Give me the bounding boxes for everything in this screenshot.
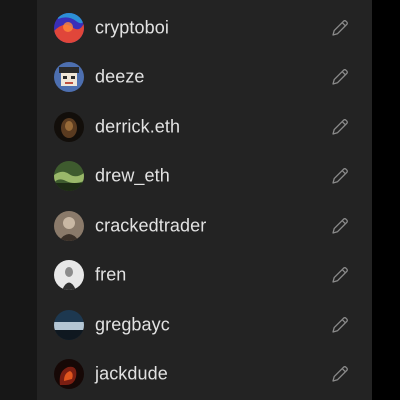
avatar-image [54, 260, 84, 290]
user-list-panel: cryptoboi deeze derrick.eth drew_eth cra… [37, 0, 372, 400]
fren-avatar-icon [54, 260, 84, 290]
avatar-image [54, 112, 84, 142]
avatar-image [54, 211, 84, 241]
user-row-fren[interactable]: fren [37, 252, 372, 298]
drew-eth-avatar-icon [54, 161, 84, 191]
derrick-eth-avatar-icon [54, 112, 84, 142]
avatar-image [54, 161, 84, 191]
user-row-drew-eth[interactable]: drew_eth [37, 153, 372, 199]
username-label: drew_eth [95, 165, 170, 186]
pencil-icon[interactable] [330, 67, 350, 87]
user-row-derrick-eth[interactable]: derrick.eth [37, 104, 372, 150]
user-row-jackdude[interactable]: jackdude [37, 351, 372, 397]
gregbayc-avatar-icon [54, 310, 84, 340]
cryptoboi-avatar-icon [54, 13, 84, 43]
app-frame: cryptoboi deeze derrick.eth drew_eth cra… [0, 0, 400, 400]
pencil-icon[interactable] [330, 315, 350, 335]
pencil-icon[interactable] [330, 166, 350, 186]
username-label: jackdude [95, 363, 168, 384]
avatar-image [54, 62, 84, 92]
pencil-icon[interactable] [330, 216, 350, 236]
user-row-deeze[interactable]: deeze [37, 54, 372, 100]
username-label: crackedtrader [95, 215, 207, 236]
username-label: fren [95, 264, 127, 285]
username-label: cryptoboi [95, 17, 169, 38]
pencil-icon[interactable] [330, 18, 350, 38]
avatar-image [54, 13, 84, 43]
user-row-gregbayc[interactable]: gregbayc [37, 302, 372, 348]
deeze-avatar-icon [54, 62, 84, 92]
user-row-crackedtrader[interactable]: crackedtrader [37, 203, 372, 249]
username-label: deeze [95, 66, 145, 87]
username-label: derrick.eth [95, 116, 181, 137]
pencil-icon[interactable] [330, 117, 350, 137]
avatar-image [54, 310, 84, 340]
pencil-icon[interactable] [330, 265, 350, 285]
avatar-image [54, 359, 84, 389]
username-label: gregbayc [95, 314, 170, 335]
right-gutter [372, 0, 400, 400]
jackdude-avatar-icon [54, 359, 84, 389]
crackedtrader-avatar-icon [54, 211, 84, 241]
user-row-cryptoboi[interactable]: cryptoboi [37, 5, 372, 51]
pencil-icon[interactable] [330, 364, 350, 384]
